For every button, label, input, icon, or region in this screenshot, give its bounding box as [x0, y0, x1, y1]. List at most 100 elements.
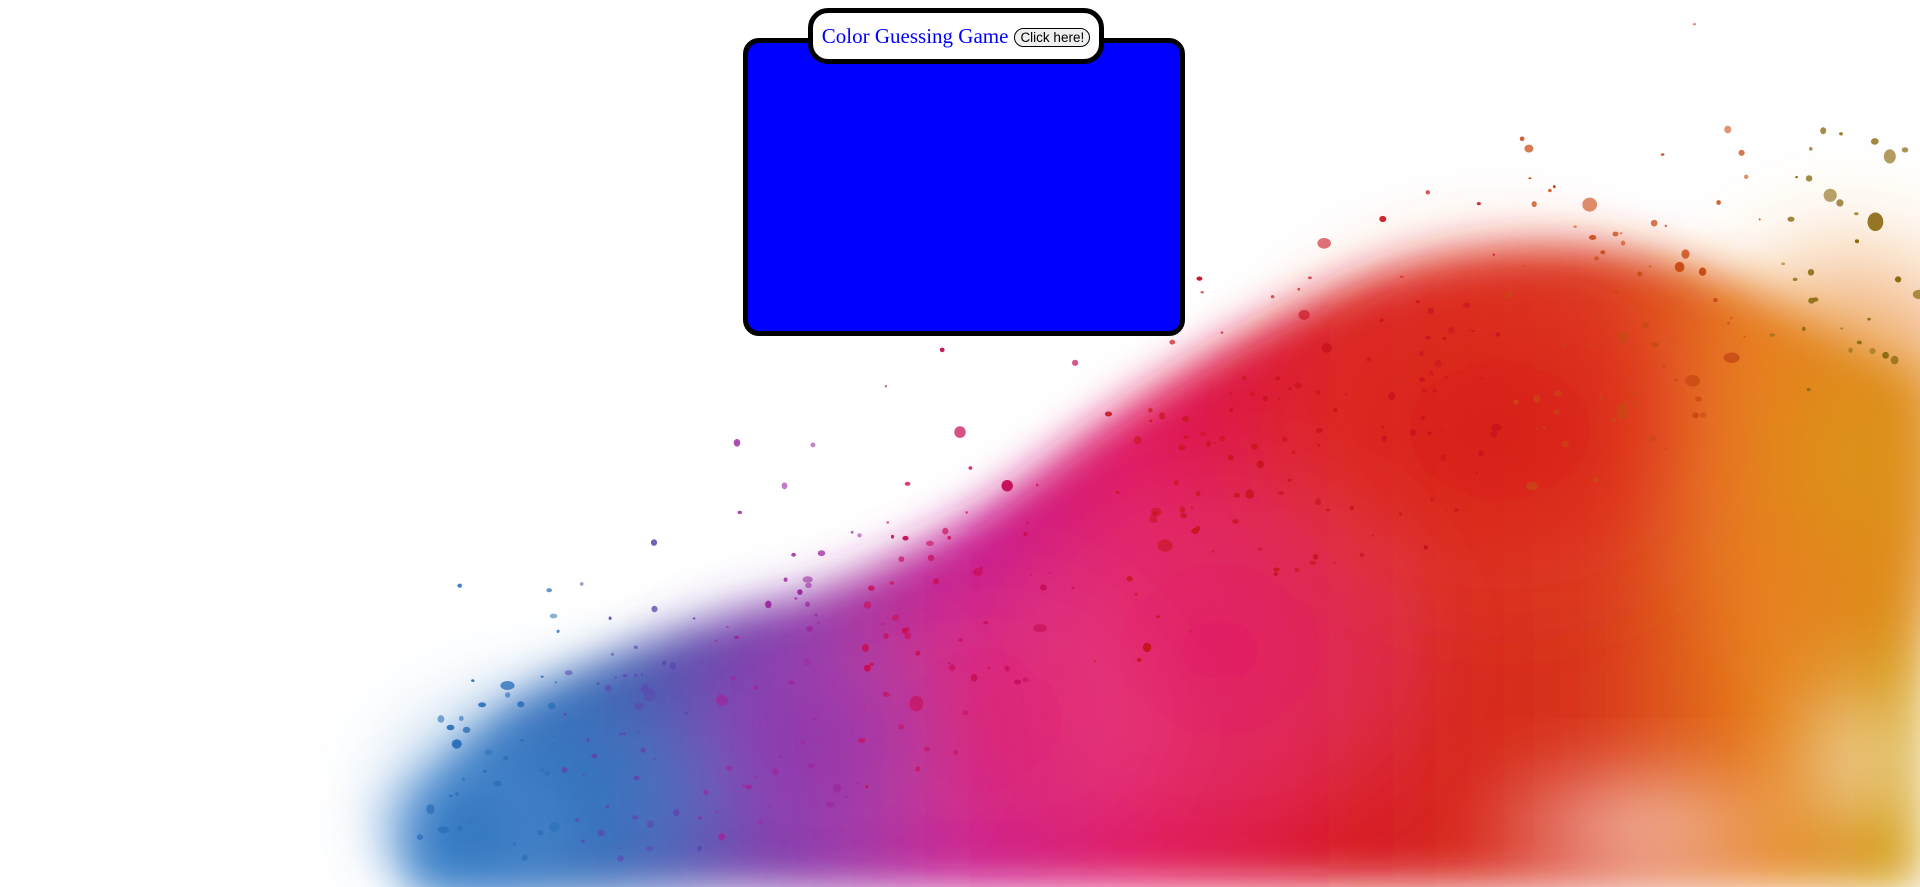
- powder-speck: [631, 815, 639, 820]
- powder-speck: [1801, 326, 1806, 332]
- powder-speck: [456, 807, 460, 810]
- powder-speck: [915, 650, 921, 656]
- game-title: Color Guessing Game: [821, 23, 1009, 48]
- powder-speck: [1548, 188, 1552, 193]
- powder-speck: [1294, 567, 1300, 572]
- powder-speck: [1444, 375, 1448, 380]
- powder-speck: [1427, 307, 1434, 315]
- powder-speck: [457, 583, 463, 588]
- powder-speck: [622, 674, 628, 678]
- powder-speck: [1730, 316, 1733, 320]
- powder-speck: [1854, 239, 1860, 244]
- powder-speck: [1806, 387, 1811, 392]
- powder-speck: [522, 854, 528, 861]
- powder-speck: [889, 581, 895, 585]
- powder-speck: [718, 833, 725, 841]
- powder-speck: [1619, 232, 1623, 235]
- powder-speck: [484, 749, 493, 756]
- powder-speck: [1250, 391, 1255, 397]
- powder-speck: [1134, 592, 1138, 596]
- powder-speck: [563, 712, 567, 716]
- powder-speck: [833, 783, 841, 793]
- powder-speck: [856, 782, 860, 784]
- powder-speck: [1561, 440, 1570, 448]
- powder-speck: [1388, 392, 1396, 401]
- powder-speck: [1594, 256, 1599, 261]
- powder-speck: [1421, 388, 1427, 393]
- powder-speck: [857, 533, 862, 538]
- powder-speck: [1183, 435, 1188, 439]
- powder-speck: [758, 819, 764, 825]
- powder-speck: [1795, 176, 1798, 179]
- powder-speck: [1848, 347, 1853, 353]
- powder-speck: [987, 666, 991, 669]
- powder-speck: [1399, 275, 1404, 278]
- powder-speck: [1681, 249, 1690, 259]
- powder-speck: [500, 681, 515, 690]
- powder-speck: [637, 731, 640, 734]
- powder-speck: [817, 550, 826, 557]
- powder-speck: [1883, 149, 1896, 164]
- powder-speck: [1190, 506, 1193, 509]
- powder-speck: [1314, 498, 1322, 506]
- powder-speck: [1441, 429, 1444, 432]
- powder-speck: [902, 535, 909, 541]
- powder-speck: [753, 685, 758, 690]
- powder-speck: [811, 717, 817, 721]
- powder-speck: [1307, 276, 1312, 280]
- page: Color Guessing Game Click here!: [0, 0, 1920, 887]
- powder-speck: [469, 821, 472, 823]
- powder-speck: [549, 613, 558, 619]
- powder-speck: [1664, 447, 1668, 451]
- powder-speck: [1588, 235, 1597, 240]
- powder-speck: [1637, 271, 1642, 277]
- powder-speck: [858, 738, 866, 743]
- powder-speck: [972, 568, 984, 576]
- powder-speck: [1381, 435, 1388, 443]
- powder-speck: [898, 724, 904, 730]
- powder-speck: [863, 664, 871, 672]
- powder-speck: [826, 802, 835, 808]
- powder-speck: [863, 601, 872, 609]
- powder-speck: [1787, 216, 1795, 222]
- powder-speck: [803, 658, 811, 666]
- powder-speck: [927, 554, 935, 561]
- powder-speck: [1180, 512, 1187, 519]
- powder-speck: [1179, 506, 1186, 513]
- powder-speck: [1196, 276, 1203, 281]
- powder-speck: [1251, 443, 1259, 450]
- powder-speck: [1133, 436, 1142, 445]
- powder-speck: [633, 645, 638, 649]
- powder-speck: [1598, 313, 1601, 317]
- powder-speck: [610, 652, 614, 656]
- powder-speck: [1104, 411, 1113, 417]
- powder-speck: [1582, 197, 1598, 212]
- powder-speck: [662, 660, 667, 666]
- powder-speck: [1476, 202, 1481, 206]
- powder-speck: [548, 702, 556, 710]
- powder-speck: [1317, 444, 1321, 447]
- powder-speck: [1716, 200, 1721, 205]
- powder-speck: [437, 826, 449, 834]
- powder-speck: [1660, 153, 1665, 156]
- powder-speck: [1543, 426, 1546, 429]
- powder-speck: [968, 466, 973, 470]
- powder-speck: [863, 708, 866, 711]
- powder-speck: [881, 622, 885, 626]
- powder-speck: [1173, 480, 1179, 486]
- powder-speck: [1621, 402, 1627, 407]
- powder-speck: [1214, 442, 1217, 445]
- powder-speck: [1478, 450, 1484, 457]
- powder-speck: [1698, 267, 1707, 276]
- powder-speck: [640, 673, 644, 676]
- powder-speck: [1807, 269, 1815, 276]
- powder-speck: [1600, 250, 1606, 255]
- powder-speck: [1156, 615, 1160, 619]
- powder-speck: [807, 763, 816, 769]
- powder-speck: [1805, 175, 1813, 182]
- click-here-button[interactable]: Click here!: [1014, 27, 1091, 47]
- powder-speck: [1093, 660, 1097, 663]
- powder-speck: [1476, 471, 1479, 474]
- powder-speck: [1035, 483, 1039, 487]
- powder-speck: [1425, 190, 1431, 195]
